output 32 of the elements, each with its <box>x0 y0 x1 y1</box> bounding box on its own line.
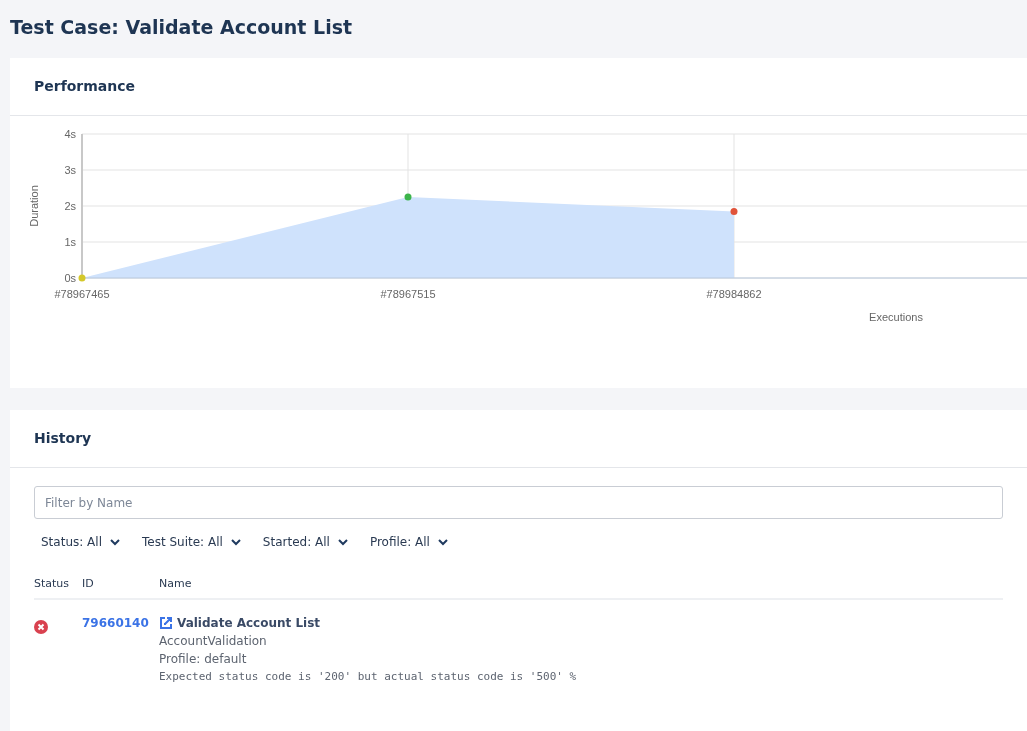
y-tick-label: 4s <box>64 128 76 140</box>
y-tick-label: 2s <box>64 200 76 212</box>
test-suite-name: AccountValidation <box>159 634 268 648</box>
test-case-link[interactable]: Validate Account List <box>159 616 577 630</box>
filter-field[interactable]: Filter by Name <box>34 486 1003 519</box>
error-message: Expected status code is '200' but actual status code is '500' % <box>159 670 577 683</box>
page-title: Test Case: Validate Account List <box>10 16 354 38</box>
column-header: ID <box>82 577 95 590</box>
x-axis-title: Executions <box>869 311 923 323</box>
y-tick-label: 0s <box>64 272 76 284</box>
profile-label: Profile: default <box>159 652 248 666</box>
x-tick-label: #78984862 <box>706 288 762 300</box>
y-tick-label: 3s <box>64 164 76 176</box>
y-axis-title: Duration <box>28 185 40 227</box>
column-header: Status <box>34 577 71 590</box>
execution-id-link[interactable]: 79660140 <box>82 616 159 683</box>
caret-icon <box>337 538 348 546</box>
card-title: History <box>34 430 92 446</box>
external-link-icon <box>159 616 173 630</box>
caret-icon <box>437 538 448 546</box>
filter-dropdown[interactable]: Status: All <box>41 535 120 549</box>
error-icon <box>34 620 48 634</box>
y-tick-label: 1s <box>64 236 76 248</box>
x-tick-label: #78967515 <box>380 288 436 300</box>
column-header: Name <box>159 577 192 590</box>
caret-icon <box>110 538 120 546</box>
card-title: Performance <box>34 78 136 94</box>
filter-dropdown[interactable]: Test Suite: All <box>142 535 241 549</box>
x-tick-label: #78967465 <box>54 288 110 300</box>
filter-dropdown[interactable]: Started: All <box>262 535 348 549</box>
caret-icon <box>230 538 241 546</box>
filter-dropdown[interactable]: Profile: All <box>369 535 448 549</box>
